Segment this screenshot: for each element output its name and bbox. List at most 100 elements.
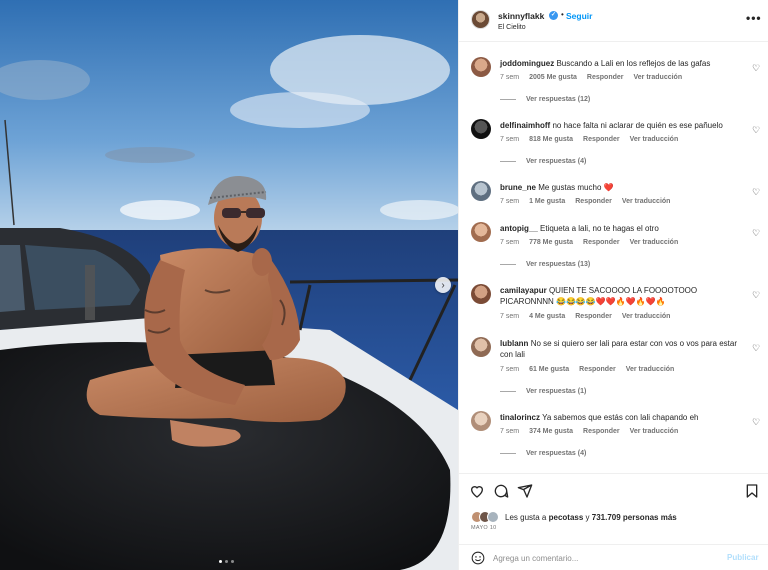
comment-username[interactable]: brune_ne [500,183,536,192]
view-replies-button[interactable]: Ver respuestas (1) [500,388,586,395]
reply-button[interactable]: Responder [575,313,612,320]
comment-text: camilayapur QUIEN TE SACOOOO LA FOOOOTOO… [500,285,745,307]
more-options-icon[interactable]: ••• [746,11,762,25]
like-comment-heart-icon[interactable]: ♡ [752,417,760,428]
comment-username[interactable]: antopig__ [500,224,538,233]
avatar[interactable] [471,119,491,139]
comment-likes[interactable]: 4 Me gusta [529,313,565,320]
heart-icon[interactable] [469,483,485,499]
publish-button[interactable]: Publicar [727,553,759,562]
comment-username[interactable]: delfinaimhoff [500,121,550,130]
comment-text: joddominguez Buscando a Lali en los refl… [500,58,745,69]
add-comment-bar: Publicar [459,544,768,570]
comment-likes[interactable]: 1 Me gusta [529,198,565,205]
likes-connector: y [585,512,590,522]
avatar[interactable] [471,181,491,201]
likes-summary[interactable]: Les gusta a pecotass y 731.709 personas … [471,511,677,523]
post-location[interactable]: El Cielito [498,24,526,31]
view-replies-button[interactable]: Ver respuestas (13) [500,261,590,268]
comment-time[interactable]: 7 sem [500,74,519,81]
comment-time[interactable]: 7 sem [500,239,519,246]
view-replies-button[interactable]: Ver respuestas (4) [500,450,586,457]
verified-badge-icon: ✓ [549,11,558,20]
comment-meta: 7 sem 778 Me gusta Responder Ver traducción [500,239,688,246]
avatar[interactable] [471,411,491,431]
reply-button[interactable]: Responder [583,136,620,143]
chevron-right-icon: › [441,279,445,291]
carousel-indicator [219,560,234,563]
comment-text: brune_ne Me gustas mucho ❤️ [500,182,745,193]
like-comment-heart-icon[interactable]: ♡ [752,343,760,354]
comment-meta: 7 sem 2005 Me gusta Responder Ver traducció… [500,74,692,81]
view-replies-label: Ver respuestas (12) [526,96,591,103]
translate-button[interactable]: Ver traducción [633,74,682,81]
avatar[interactable] [471,57,491,77]
avatar[interactable] [471,222,491,242]
view-replies-label: Ver respuestas (1) [526,388,587,395]
like-comment-heart-icon[interactable]: ♡ [752,63,760,74]
post-username[interactable]: skinnyflakk [498,11,544,21]
comment-likes[interactable]: 818 Me gusta [529,136,573,143]
comment-text: tinalorincz Ya sabemos que estás con lal… [500,412,745,423]
comment-likes[interactable]: 778 Me gusta [529,239,573,246]
avatar[interactable] [471,10,490,29]
replies-line [500,391,516,392]
view-replies-button[interactable]: Ver respuestas (12) [500,96,590,103]
comment-username[interactable]: joddominguez [500,59,554,68]
post-photo[interactable]: › [0,0,458,570]
translate-button[interactable]: Ver traducción [626,366,675,373]
comment-time[interactable]: 7 sem [500,428,519,435]
like-comment-heart-icon[interactable]: ♡ [752,228,760,239]
replies-line [500,453,516,454]
avatar[interactable] [471,337,491,357]
translate-button[interactable]: Ver traducción [630,136,679,143]
comment-username[interactable]: lublann [500,339,528,348]
emoji-icon[interactable] [471,551,485,565]
next-photo-button[interactable]: › [435,277,451,293]
view-replies-button[interactable]: Ver respuestas (4) [500,158,586,165]
comment-time[interactable]: 7 sem [500,366,519,373]
share-icon[interactable] [517,483,533,499]
reply-button[interactable]: Responder [575,198,612,205]
comment-icon[interactable] [493,483,509,499]
comment-input[interactable] [493,551,713,565]
comment-time[interactable]: 7 sem [500,136,519,143]
reply-button[interactable]: Responder [583,239,620,246]
translate-button[interactable]: Ver traducción [622,198,671,205]
comment-text: antopig__ Etiqueta a lali, no te hagas e… [500,223,745,234]
comment-likes[interactable]: 374 Me gusta [529,428,573,435]
comment-body: Etiqueta a lali, no te hagas el otro [540,224,659,233]
translate-button[interactable]: Ver traducción [622,313,671,320]
translate-button[interactable]: Ver traducción [630,428,679,435]
post-image [0,0,458,570]
comment-meta: 7 sem 61 Me gusta Responder Ver traducción [500,366,684,373]
reply-button[interactable]: Responder [587,74,624,81]
post-actions: Les gusta a pecotass y 731.709 personas … [459,473,768,570]
carousel-dot [225,560,228,563]
comment-meta: 7 sem 374 Me gusta Responder Ver traducción [500,428,688,435]
comment-likes[interactable]: 2005 Me gusta [529,74,577,81]
view-replies-label: Ver respuestas (13) [526,261,591,268]
bookmark-icon[interactable] [744,483,760,499]
follow-button[interactable]: Seguir [566,11,592,21]
comment-body: Me gustas mucho ❤️ [538,183,614,192]
avatar[interactable] [471,284,491,304]
reply-button[interactable]: Responder [579,366,616,373]
likes-others[interactable]: 731.709 personas más [592,513,677,522]
translate-button[interactable]: Ver traducción [630,239,679,246]
comment-time[interactable]: 7 sem [500,198,519,205]
comment-meta: 7 sem 1 Me gusta Responder Ver traducción [500,198,680,205]
comment-time[interactable]: 7 sem [500,313,519,320]
comment-text: delfinaimhoff no hace falta ni aclarar d… [500,120,745,131]
comment-username[interactable]: tinalorincz [500,413,540,422]
avatar [487,511,499,523]
comment-likes[interactable]: 61 Me gusta [529,366,569,373]
like-comment-heart-icon[interactable]: ♡ [752,187,760,198]
post-date[interactable]: MAYO 10 [471,525,497,531]
view-replies-label: Ver respuestas (4) [526,450,587,457]
reply-button[interactable]: Responder [583,428,620,435]
like-comment-heart-icon[interactable]: ♡ [752,125,760,136]
likes-first-user[interactable]: pecotass [549,513,584,522]
comment-username[interactable]: camilayapur [500,286,547,295]
like-comment-heart-icon[interactable]: ♡ [752,290,760,301]
